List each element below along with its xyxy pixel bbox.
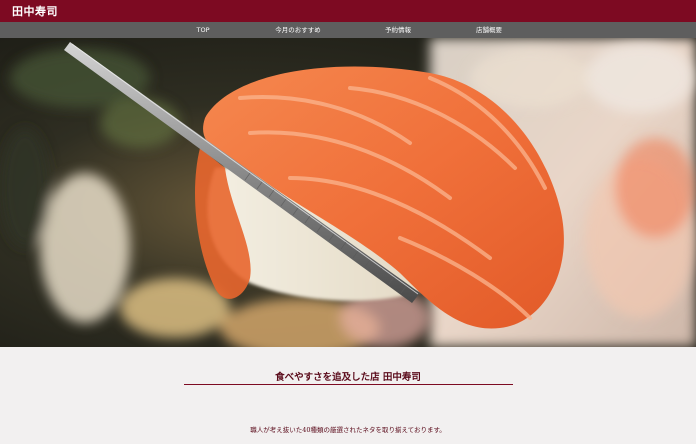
- main-nav: TOP 今月のおすすめ 予約情報 店舗概要: [0, 22, 696, 38]
- salmon-nigiri-photo: [0, 38, 696, 347]
- nav-item-reservation[interactable]: 予約情報: [385, 22, 411, 38]
- tagline: 食べやすさを追及した店 田中寿司: [275, 372, 421, 383]
- hero-image: [0, 38, 696, 347]
- site-header: 田中寿司: [0, 0, 696, 22]
- nav-item-store-info[interactable]: 店舗概要: [476, 22, 502, 38]
- site-title[interactable]: 田中寿司: [12, 3, 58, 19]
- nav-item-recommendations[interactable]: 今月のおすすめ: [275, 22, 321, 38]
- tagline-underline: [184, 384, 513, 385]
- intro-description: 職人が考え抜いた40種類の厳選されたネタを取り揃えております。: [250, 426, 446, 434]
- intro-section: 食べやすさを追及した店 田中寿司 職人が考え抜いた40種類の厳選されたネタを取り…: [0, 347, 696, 444]
- nav-item-top[interactable]: TOP: [196, 22, 209, 38]
